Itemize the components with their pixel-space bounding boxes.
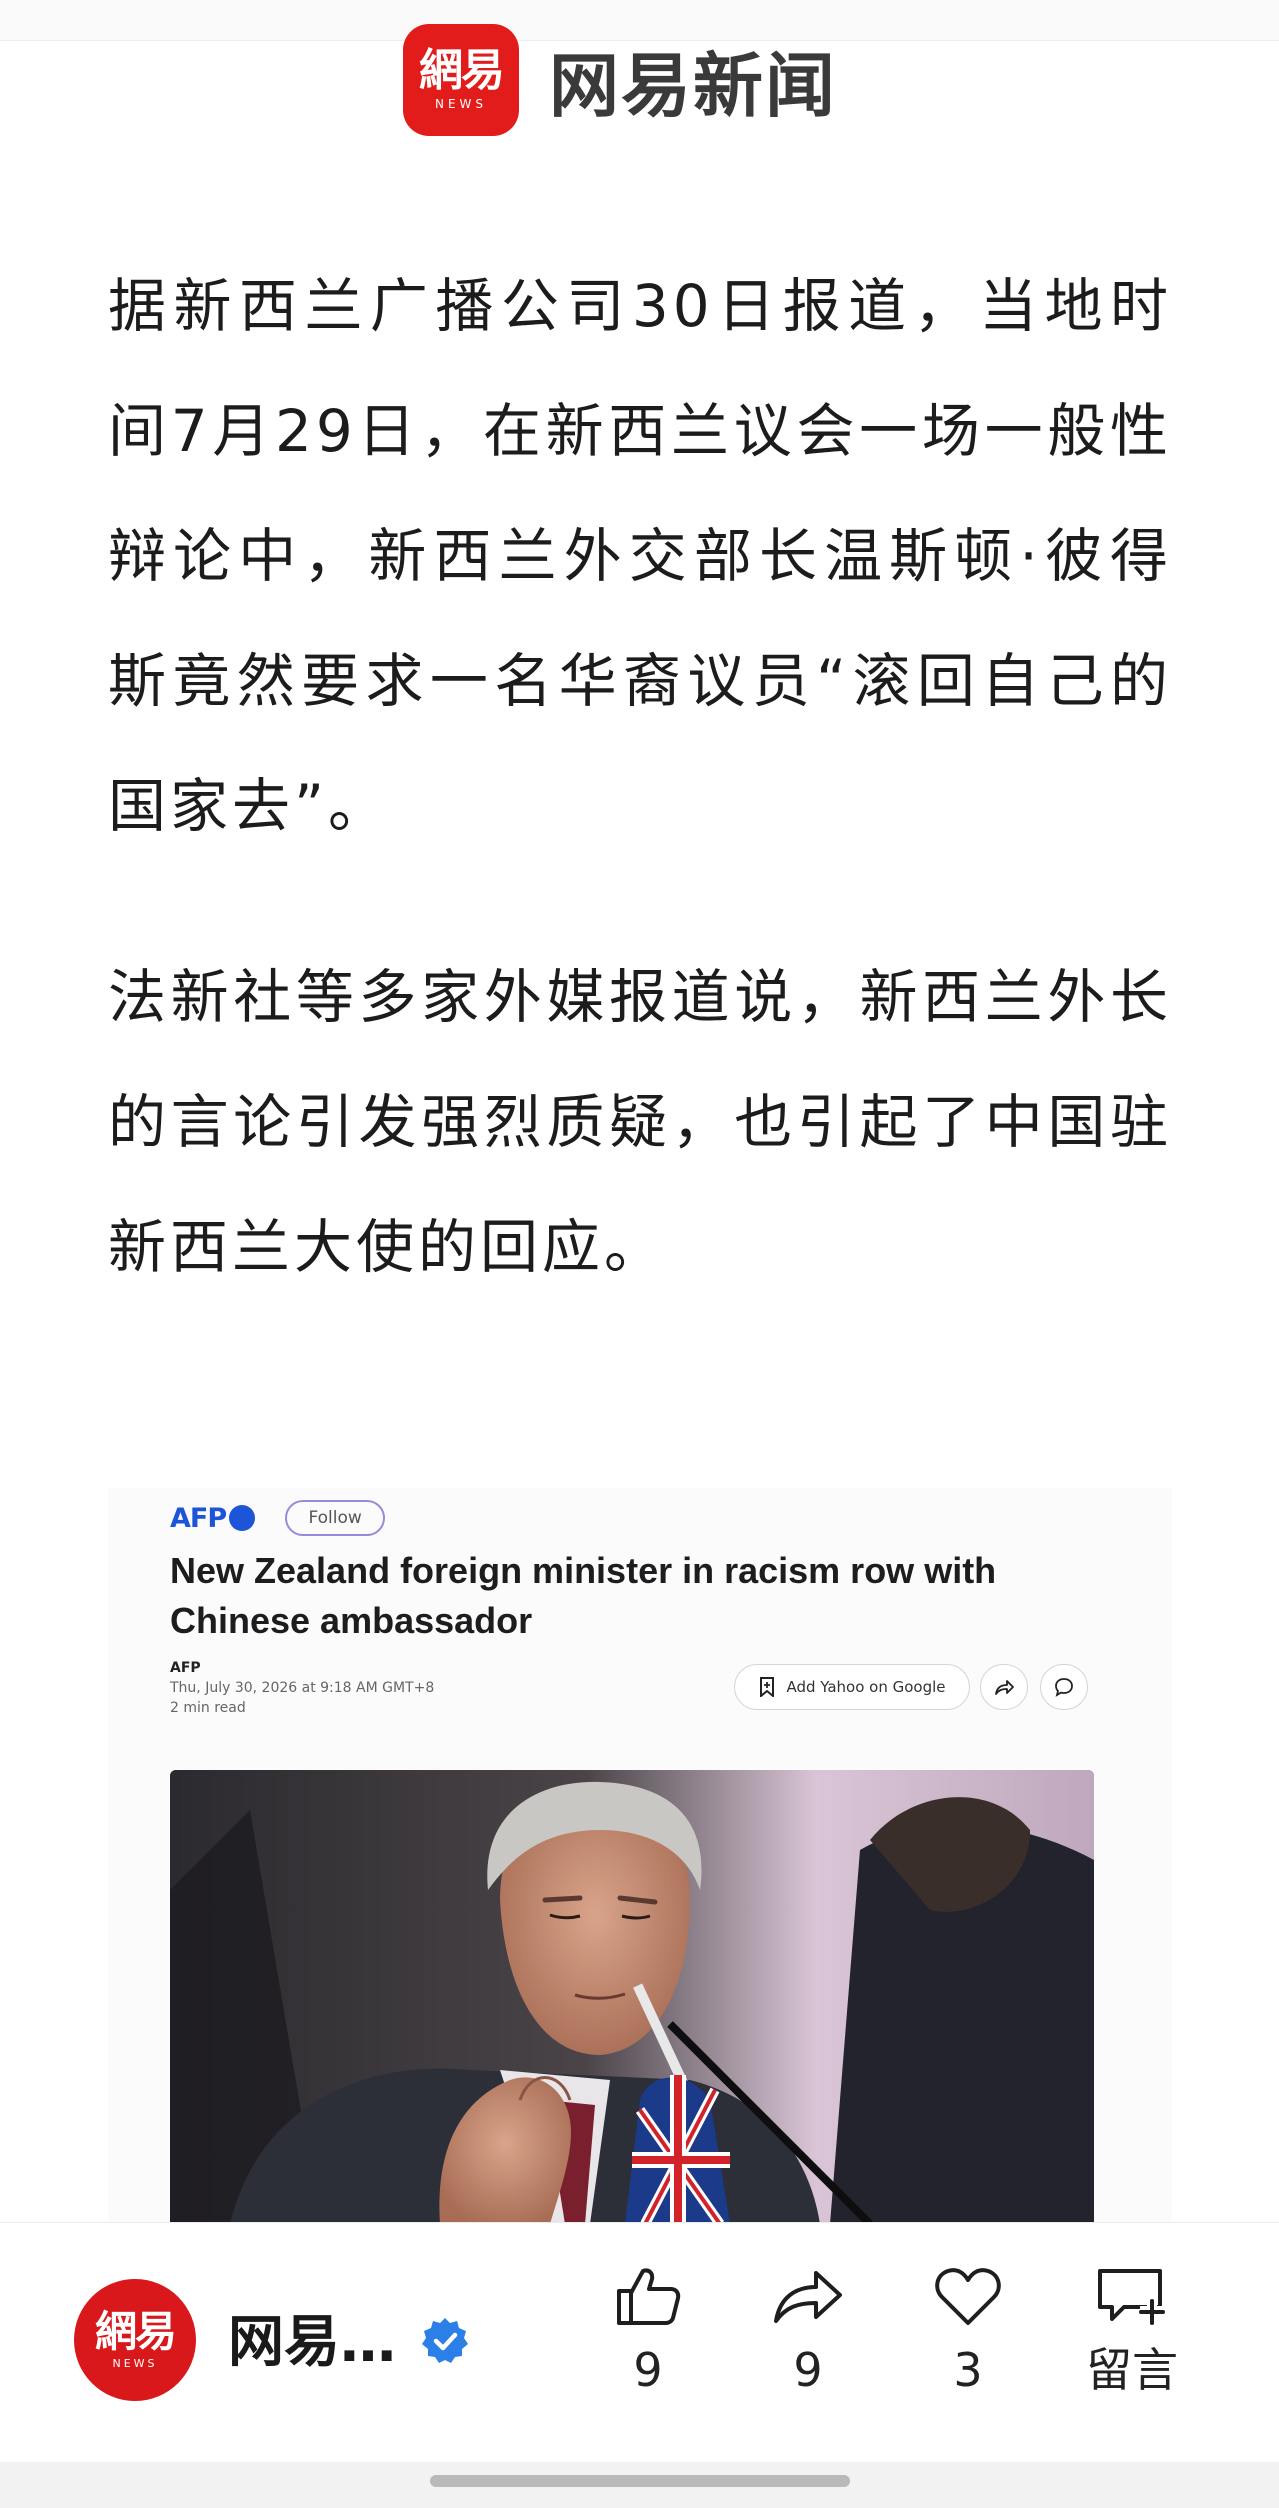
share-count: 9 <box>793 2343 823 2397</box>
netease-logo: 網易 NEWS <box>403 24 519 136</box>
avatar-subtext: NEWS <box>112 2356 158 2370</box>
like-count: 9 <box>633 2343 663 2397</box>
byline-read-time: 2 min read <box>170 1700 246 1716</box>
politician-photo-illustration <box>170 1770 1094 2224</box>
byline-timestamp: Thu, July 30, 2026 at 9:18 AM GMT+8 <box>170 1680 435 1696</box>
home-indicator[interactable] <box>430 2475 850 2487</box>
comment-button[interactable]: 留言 <box>1072 2265 1192 2397</box>
comment-add-icon <box>1098 2269 1165 2325</box>
bottom-action-bar: 網易 NEWS 网易… 9 9 3 留言 <box>0 2222 1279 2463</box>
share-arrow-icon <box>774 2271 842 2323</box>
heart-icon <box>935 2268 1001 2325</box>
article-paragraph-2: 法新社等多家外媒报道说，新西兰外长的言论引发强烈质疑，也引起了中国驻新西兰大使的… <box>108 963 1172 1281</box>
comment-pill-button[interactable] <box>1040 1664 1088 1710</box>
favorite-button[interactable]: 3 <box>908 2265 1028 2397</box>
article-paragraph-1: 据新西兰广播公司30日报道，当地时间7月29日，在新西兰议会一场一般性辩论中，新… <box>108 272 1172 840</box>
verified-badge-icon <box>422 2318 468 2363</box>
embedded-news-screenshot[interactable]: AFP Follow New Zealand foreign minister … <box>108 1488 1172 2224</box>
logo-text: 網易 <box>419 45 505 96</box>
bookmark-add-icon <box>760 1677 775 1697</box>
add-yahoo-button[interactable]: Add Yahoo on Google <box>734 1664 970 1710</box>
like-button[interactable]: 9 <box>588 2265 708 2397</box>
news-photo <box>170 1770 1094 2224</box>
byline: AFP Thu, July 30, 2026 at 9:18 AM GMT+8 … <box>170 1658 434 1718</box>
comment-bubble-icon <box>1055 1678 1073 1697</box>
thumbs-up-icon <box>617 2268 681 2325</box>
avatar-text: 網易 <box>94 2306 177 2356</box>
favorite-count: 3 <box>953 2343 983 2397</box>
account-name[interactable]: 网易… <box>228 2311 396 2375</box>
byline-source: AFP <box>170 1660 201 1676</box>
share-arrow-icon <box>995 1680 1014 1695</box>
brand-header: 網易 NEWS 网易新闻 <box>403 24 837 136</box>
logo-subtext: NEWS <box>434 97 488 111</box>
share-pill-button[interactable] <box>980 1664 1028 1710</box>
afp-publisher-row: AFP Follow <box>170 1500 386 1536</box>
afp-logo: AFP <box>170 1502 227 1534</box>
embedded-headline: New Zealand foreign minister in racism r… <box>170 1550 997 1641</box>
follow-button[interactable]: Follow <box>285 1500 386 1536</box>
brand-name: 网易新闻 <box>549 44 837 127</box>
afp-logo-dot <box>229 1505 256 1531</box>
add-yahoo-label: Add Yahoo on Google <box>786 1678 946 1696</box>
account-avatar[interactable]: 網易 NEWS <box>74 2279 196 2401</box>
comment-label: 留言 <box>1086 2343 1178 2397</box>
share-button[interactable]: 9 <box>748 2265 868 2397</box>
